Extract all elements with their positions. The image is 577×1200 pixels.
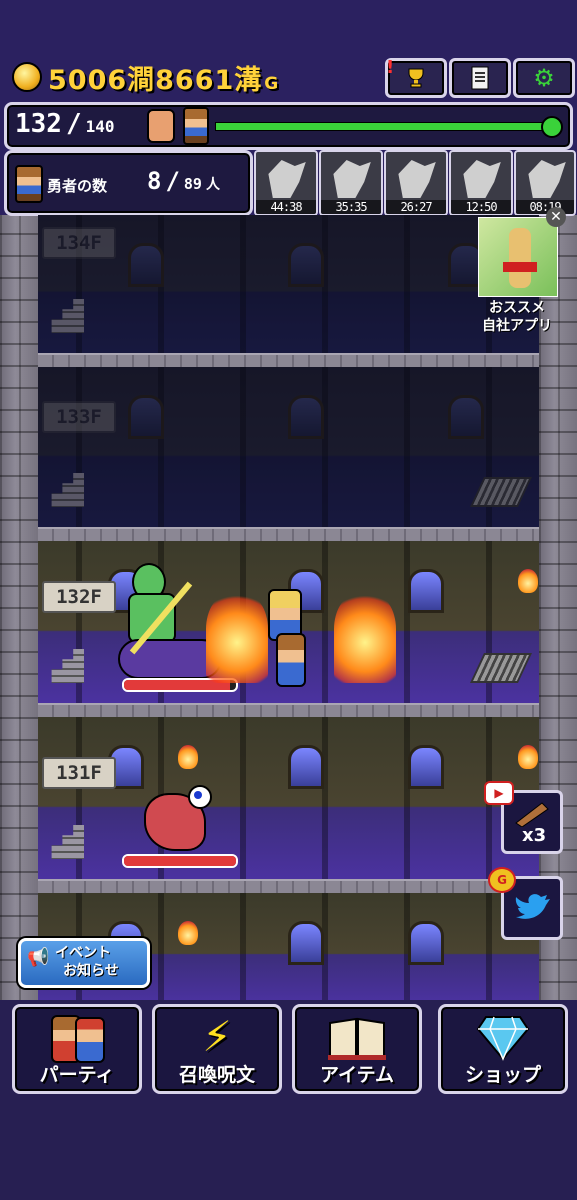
torch-icon <box>518 569 538 593</box>
heroes-label: 勇者の数 <box>47 177 108 195</box>
monster-timer: 08:19 <box>516 200 574 214</box>
floor-label: 132F <box>42 581 116 613</box>
lightning-icon: ⚡ <box>202 1012 232 1061</box>
floor-progress-fill <box>216 123 554 130</box>
monster-timer: 26:27 <box>386 200 446 214</box>
torch-icon <box>518 745 538 769</box>
gold-coin-icon <box>12 62 42 92</box>
floor-133: 133F <box>38 367 539 527</box>
heroes-count: 8/89 人 <box>147 167 220 195</box>
hero-sprite <box>276 633 306 687</box>
settings-button[interactable]: ⚙ <box>513 58 575 98</box>
summon-spell-button[interactable]: ⚡ 召喚呪文 <box>152 1004 282 1094</box>
monster-slot-4[interactable]: 12:50 <box>449 150 513 216</box>
speed-multiplier: x3 <box>522 825 547 846</box>
floor-label: 133F <box>42 401 116 433</box>
monster-slot-3[interactable]: 26:27 <box>384 150 448 216</box>
progress-knob <box>541 116 563 138</box>
document-icon <box>471 66 489 90</box>
hero-marker-icon <box>183 107 209 145</box>
ad-banner[interactable]: ✕ おススメ 自社アプリ <box>476 207 566 339</box>
monster-timer: 12:50 <box>451 200 511 214</box>
naga-enemy[interactable] <box>118 563 222 681</box>
twitter-button[interactable]: G <box>488 867 563 940</box>
floor-131: 131F <box>38 717 539 879</box>
ad-image <box>478 217 558 297</box>
gold-amount: 5006澗8661溝 G <box>48 65 280 96</box>
alert-icon: ! <box>386 57 395 78</box>
speed-boost-button[interactable]: ▶ x3 <box>484 781 563 854</box>
torch-icon <box>178 745 198 769</box>
stairs-icon <box>48 299 84 333</box>
log-button[interactable] <box>449 58 511 98</box>
monster-timer: 44:38 <box>256 200 316 214</box>
ad-label: おススメ 自社アプリ <box>482 300 552 334</box>
monster-slot-5[interactable]: 08:19 <box>514 150 576 216</box>
enemy-hp-bar <box>122 854 238 868</box>
trophy-button[interactable]: ! <box>385 57 447 98</box>
trophy-icon <box>408 68 424 88</box>
monster-silhouette-icon <box>398 160 436 198</box>
gear-icon: ⚙ <box>533 64 555 92</box>
monster-silhouette-icon <box>463 160 501 198</box>
notification-bubble-icon: G <box>488 867 516 893</box>
party-button[interactable]: パーティ <box>12 1004 142 1094</box>
gold-unit: G <box>264 74 280 94</box>
party-icon <box>47 1013 107 1063</box>
notification-bubble-icon: ▶ <box>484 781 514 805</box>
torch-icon <box>178 921 198 945</box>
monster-slot-2[interactable]: 35:35 <box>319 150 383 216</box>
event-label: イベント お知らせ <box>55 945 119 979</box>
hero-sprite <box>334 593 396 683</box>
event-news-button[interactable]: 📢 イベント お知らせ <box>18 938 150 988</box>
floor-label: 134F <box>42 227 116 259</box>
stairs-icon <box>48 473 84 507</box>
floor-progress-bar <box>215 122 555 131</box>
monster-slot-1[interactable]: 44:38 <box>254 150 318 216</box>
hero-icon <box>15 165 43 203</box>
floor-progress-panel: 132/140 <box>4 102 573 150</box>
floor-132: 132F <box>38 541 539 703</box>
monster-silhouette-icon <box>268 160 306 198</box>
shop-button[interactable]: ショップ <box>438 1004 568 1094</box>
monster-timer: 35:35 <box>321 200 381 214</box>
shrimp-enemy[interactable] <box>134 779 214 851</box>
book-icon <box>328 1017 386 1060</box>
boss-face-icon <box>147 109 175 143</box>
floor-134: 134F <box>38 215 539 353</box>
monster-silhouette-icon <box>528 160 566 198</box>
floor-label: 131F <box>42 757 116 789</box>
wooden-club-icon <box>515 802 549 827</box>
item-button[interactable]: アイテム <box>292 1004 422 1094</box>
drain-grate <box>470 477 532 507</box>
twitter-bird-icon <box>515 894 550 919</box>
floor-counter: 132/140 <box>15 109 115 139</box>
monster-silhouette-icon <box>333 160 371 198</box>
megaphone-icon: 📢 <box>27 947 50 968</box>
heroes-panel[interactable]: 勇者の数 8/89 人 <box>4 150 253 216</box>
ad-close-icon[interactable]: ✕ <box>546 207 566 227</box>
hero-sprite <box>206 593 268 683</box>
diamond-icon <box>476 1016 530 1061</box>
